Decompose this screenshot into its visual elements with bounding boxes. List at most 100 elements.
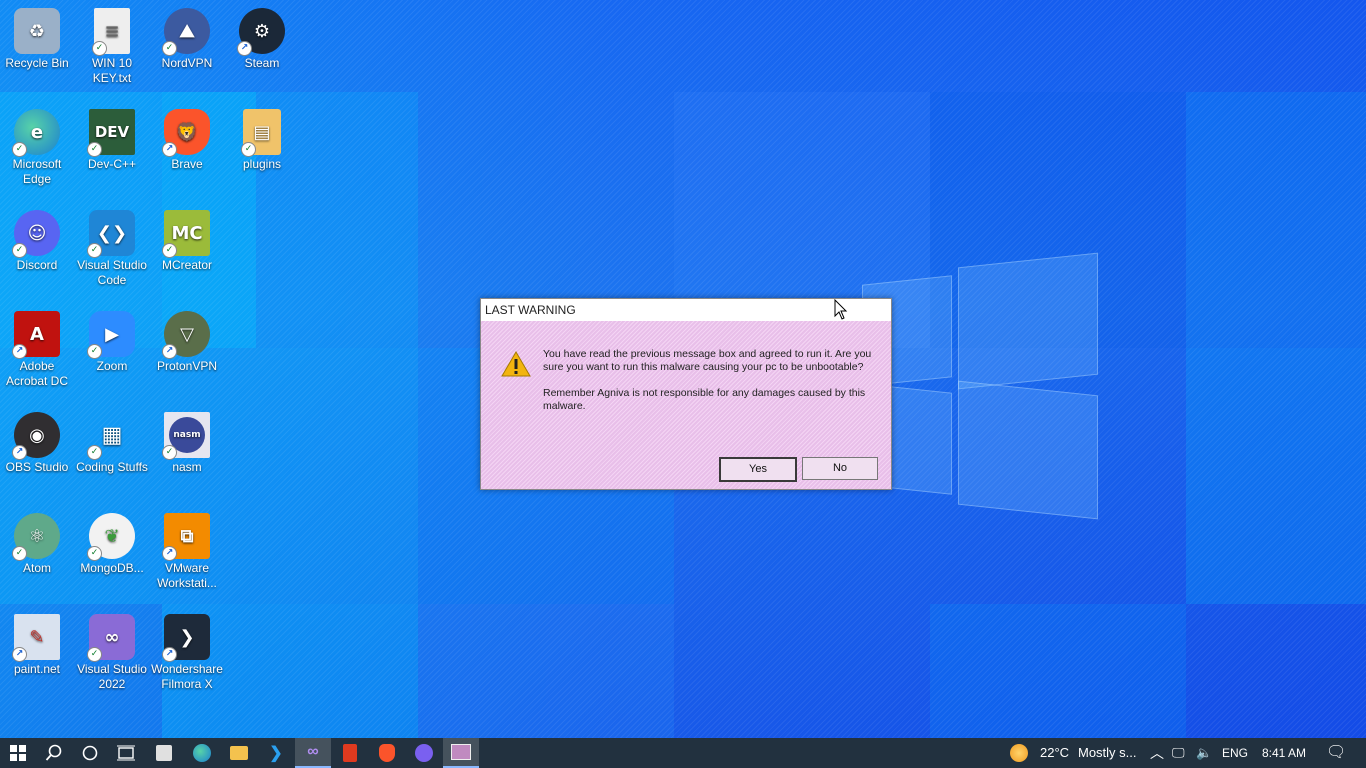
icon-label: MongoDB... — [80, 561, 144, 575]
desktop-icon-steam[interactable]: ⚙ ↗ Steam — [225, 8, 299, 71]
taskbar-app-office[interactable] — [332, 738, 368, 768]
desktop-icon-filmora[interactable]: ❯ ↗ Wondershare Filmora X — [150, 614, 224, 692]
desktop-icon-visual-studio[interactable]: ∞ ✓ Visual Studio 2022 — [75, 614, 149, 692]
dialog-titlebar[interactable]: LAST WARNING — [481, 299, 891, 321]
taskbar-app-brave[interactable] — [369, 738, 405, 768]
icon-label: WIN 10 KEY.txt — [91, 56, 132, 85]
taskbar-app-calculator[interactable] — [146, 738, 182, 768]
desktop-icon-edge[interactable]: e ✓ Microsoft Edge — [0, 109, 74, 187]
taskbar-app-messenger[interactable] — [406, 738, 442, 768]
visual-studio-icon: ∞ — [307, 743, 319, 760]
taskbar-app-vscode[interactable]: ❯ — [258, 738, 294, 768]
dialog-title: LAST WARNING — [485, 303, 576, 317]
mongodb-icon: ❦ ✓ — [87, 513, 135, 561]
action-center-icon[interactable]: 🗨 — [1326, 738, 1346, 768]
taskbar-app-active-window[interactable] — [443, 738, 479, 768]
folder-icon: ▤ ✓ — [241, 109, 281, 157]
icon-label: Atom — [22, 561, 51, 575]
icon-label: plugins — [242, 157, 282, 171]
icon-label: Coding Stuffs — [76, 460, 148, 474]
nasm-icon: nasm ✓ — [162, 412, 210, 460]
desktop-icon-paintnet[interactable]: ✎ ↗ paint.net — [0, 614, 74, 677]
desktop-icon-vscode[interactable]: ❮❯ ✓ Visual Studio Code — [75, 210, 149, 288]
vmware-icon: ⧉ ↗ — [162, 513, 210, 561]
edge-icon: e ✓ — [12, 109, 60, 157]
desktop-icon-obs[interactable]: ◉ ↗ OBS Studio — [0, 412, 74, 475]
desktop-icon-discord[interactable]: ☺ ✓ Discord — [0, 210, 74, 273]
icon-label: ProtonVPN — [156, 359, 218, 373]
icon-label: Discord — [16, 258, 58, 272]
weather-icon[interactable] — [1010, 744, 1028, 762]
cortana-button[interactable] — [72, 738, 108, 768]
network-icon[interactable]: 🖵 — [1172, 738, 1185, 768]
brave-icon — [379, 744, 395, 762]
desktop-icon-plugins[interactable]: ▤ ✓ plugins — [225, 109, 299, 172]
desktop-icon-win10-key[interactable]: ≡ ✓ WIN 10 KEY.txt — [75, 8, 149, 86]
weather-temp[interactable]: 22°C — [1040, 738, 1069, 768]
vscode-icon: ❮❯ ✓ — [87, 210, 135, 258]
text-file-icon: ≡ ✓ — [92, 8, 130, 56]
folder-chip-icon: ▦ ✓ — [87, 412, 135, 460]
cortana-icon — [82, 745, 98, 761]
volume-icon[interactable]: 🔈 — [1196, 738, 1212, 768]
search-icon — [45, 744, 62, 761]
office-icon — [343, 744, 357, 762]
desktop-icon-zoom[interactable]: ▶ ✓ Zoom — [75, 311, 149, 374]
desktop-icon-brave[interactable]: 🦁 ↗ Brave — [150, 109, 224, 172]
desktop-icon-devcpp[interactable]: DEV ✓ Dev-C++ — [75, 109, 149, 172]
app-window-icon — [451, 744, 471, 760]
icon-label: Dev-C++ — [87, 157, 137, 171]
desktop-icon-coding-stuffs[interactable]: ▦ ✓ Coding Stuffs — [75, 412, 149, 475]
desktop-icon-atom[interactable]: ⚛ ✓ Atom — [0, 513, 74, 576]
weather-text[interactable]: Mostly s... — [1078, 738, 1137, 768]
vscode-icon: ❯ — [269, 745, 283, 762]
icon-label: OBS Studio — [5, 460, 69, 474]
paintnet-icon: ✎ ↗ — [12, 614, 60, 662]
chevron-up-icon[interactable]: ︿ — [1150, 738, 1164, 768]
icon-label: Visual Studio 2022 — [77, 662, 147, 691]
filmora-icon: ❯ ↗ — [162, 614, 210, 662]
calculator-icon — [156, 745, 172, 761]
icon-label: Zoom — [96, 359, 128, 373]
protonvpn-icon: ▽ ↗ — [162, 311, 210, 359]
icon-label: VMware Workstati... — [157, 561, 217, 590]
taskbar-app-visual-studio[interactable]: ∞ — [295, 738, 331, 768]
dialog-message: You have read the previous message box a… — [543, 348, 873, 426]
taskbar-app-edge[interactable] — [184, 738, 220, 768]
task-view-button[interactable] — [108, 738, 144, 768]
desktop-icon-vmware[interactable]: ⧉ ↗ VMware Workstati... — [150, 513, 224, 591]
taskbar-app-file-explorer[interactable] — [221, 738, 257, 768]
recycle-bin-icon: ♻ — [14, 8, 60, 54]
desktop-icon-acrobat[interactable]: A ↗ Adobe Acrobat DC — [0, 311, 74, 389]
dialog-message-line1: You have read the previous message box a… — [543, 348, 872, 373]
mouse-cursor-icon — [834, 299, 848, 320]
messenger-icon — [415, 744, 433, 762]
start-button[interactable] — [0, 738, 36, 768]
icon-label: Steam — [244, 56, 280, 70]
icon-label: Brave — [171, 157, 203, 171]
discord-icon: ☺ ✓ — [12, 210, 60, 258]
icon-label: MCreator — [161, 258, 212, 272]
mcreator-icon: MC ✓ — [162, 210, 210, 258]
atom-icon: ⚛ ✓ — [12, 513, 60, 561]
warning-icon — [501, 351, 531, 377]
yes-button[interactable]: Yes — [719, 457, 797, 482]
dialog-message-line2: Remember Agniva is not responsible for a… — [543, 387, 866, 412]
icon-label: nasm — [172, 460, 202, 474]
no-button[interactable]: No — [802, 457, 878, 480]
desktop-icon-mcreator[interactable]: MC ✓ MCreator — [150, 210, 224, 273]
desktop-icon-nasm[interactable]: nasm ✓ nasm — [150, 412, 224, 475]
search-button[interactable] — [36, 738, 72, 768]
desktop-icon-mongodb[interactable]: ❦ ✓ MongoDB... — [75, 513, 149, 576]
icon-label: Microsoft Edge — [12, 157, 62, 186]
taskbar: ❯ ∞ 22°C Mostly s... ︿ 🖵 🔈 ENG 8:41 AM 🗨 — [0, 738, 1366, 768]
icon-label: Visual Studio Code — [77, 258, 147, 287]
clock-time[interactable]: 8:41 AM — [1262, 738, 1306, 768]
desktop-icon-nordvpn[interactable]: ⛰ ✓ NordVPN — [150, 8, 224, 71]
desktop-icon-protonvpn[interactable]: ▽ ↗ ProtonVPN — [150, 311, 224, 374]
icon-label: paint.net — [13, 662, 61, 676]
desktop-icon-recycle-bin[interactable]: ♻ Recycle Bin — [0, 8, 74, 71]
acrobat-icon: A ↗ — [12, 311, 60, 359]
language-indicator[interactable]: ENG — [1222, 738, 1248, 768]
devcpp-icon: DEV ✓ — [87, 109, 135, 157]
